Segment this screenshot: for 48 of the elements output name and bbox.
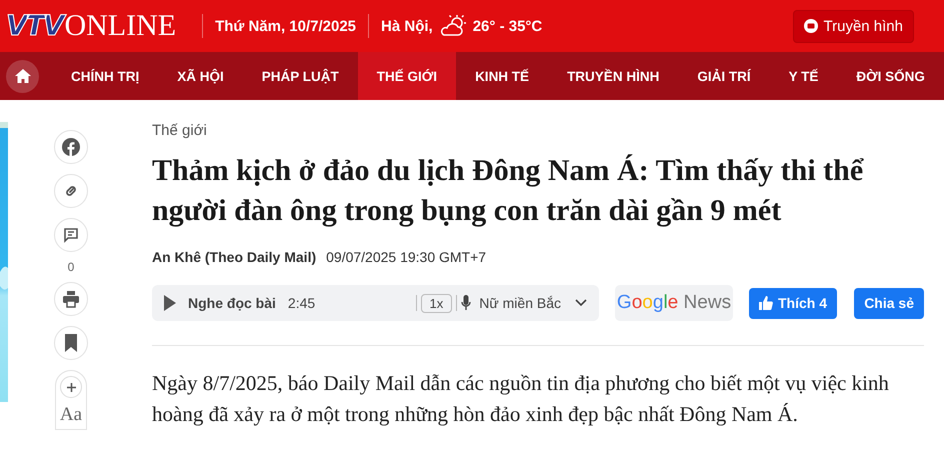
speed-button[interactable]: 1x — [420, 294, 452, 312]
share-button[interactable]: Chia sẻ — [854, 288, 924, 318]
facebook-icon — [62, 138, 80, 156]
thumbs-up-icon — [759, 296, 773, 310]
like-button[interactable]: Thích 4 — [749, 288, 838, 318]
category-label[interactable]: Thế giới — [152, 122, 924, 139]
listen-label: Nghe đọc bài — [188, 295, 276, 311]
google-news-button[interactable]: Google News — [615, 285, 733, 321]
author-name: An Khê (Theo Daily Mail) — [152, 249, 316, 265]
home-button[interactable] — [6, 60, 39, 92]
nav-tab[interactable]: GIẢI TRÍ — [678, 52, 770, 100]
copy-link-button[interactable] — [54, 174, 88, 208]
bookmark-icon — [64, 334, 78, 352]
audio-duration: 2:45 — [288, 295, 316, 311]
link-icon — [63, 183, 79, 199]
font-increase-button[interactable] — [60, 376, 82, 398]
nav-tab[interactable]: KINH TẾ — [456, 52, 548, 100]
temperature-range: 26° - 35°C — [472, 18, 542, 34]
tv-icon — [804, 19, 818, 33]
nav-tab[interactable]: CHÍNH TRỊ — [52, 52, 158, 100]
bookmark-button[interactable] — [54, 326, 88, 360]
vtv-online-logo[interactable]: VTVONLINE — [6, 9, 176, 43]
article-lead: Ngày 8/7/2025, báo Daily Mail dẫn các nguồn tin địa phương cho biết một vụ việc kinh hoàng đã xảy ra ở một trong những hòn đảo xinh đẹp bậc nhất Đông Nam Á. — [152, 370, 890, 428]
header-date: Thứ Năm, 10/7/2025 — [215, 18, 356, 34]
caret-icon — [575, 299, 587, 307]
nav-tab[interactable]: PHÁP LUẬT — [242, 52, 358, 100]
print-button[interactable] — [54, 282, 88, 316]
nav-tab[interactable]: Y TẾ — [770, 52, 838, 100]
publish-datetime: 09/07/2025 19:30 GMT+7 — [326, 249, 486, 265]
article-title: Thảm kịch ở đảo du lịch Đông Nam Á: Tìm thấy thi thể người đàn ông trong bụng con trăn dài gần 9 mét — [152, 153, 865, 229]
home-icon — [14, 68, 32, 84]
nav-tab[interactable]: TRUYỀN HÌNH — [548, 52, 678, 100]
nav-tab[interactable]: THẾ GIỚI — [358, 52, 456, 100]
nav-tab[interactable]: ĐỜI SỐNG — [837, 52, 944, 100]
header-city: Hà Nội, — [381, 18, 433, 34]
voice-dropdown[interactable]: Nữ miền Bắc — [479, 295, 587, 311]
nav-tab[interactable]: XÃ HỘI — [158, 52, 243, 100]
comment-icon — [63, 227, 79, 243]
plus-icon — [66, 382, 76, 392]
comment-button[interactable] — [54, 218, 88, 252]
tv-button[interactable]: Truyền hình — [792, 10, 914, 42]
weather-cloud-sun-icon — [438, 14, 467, 38]
facebook-share-button[interactable] — [54, 130, 88, 164]
play-icon[interactable] — [164, 295, 176, 311]
microphone-icon — [461, 295, 472, 311]
printer-icon — [62, 290, 80, 308]
comment-count: 0 — [68, 260, 74, 274]
font-size-label: Aa — [60, 404, 82, 426]
